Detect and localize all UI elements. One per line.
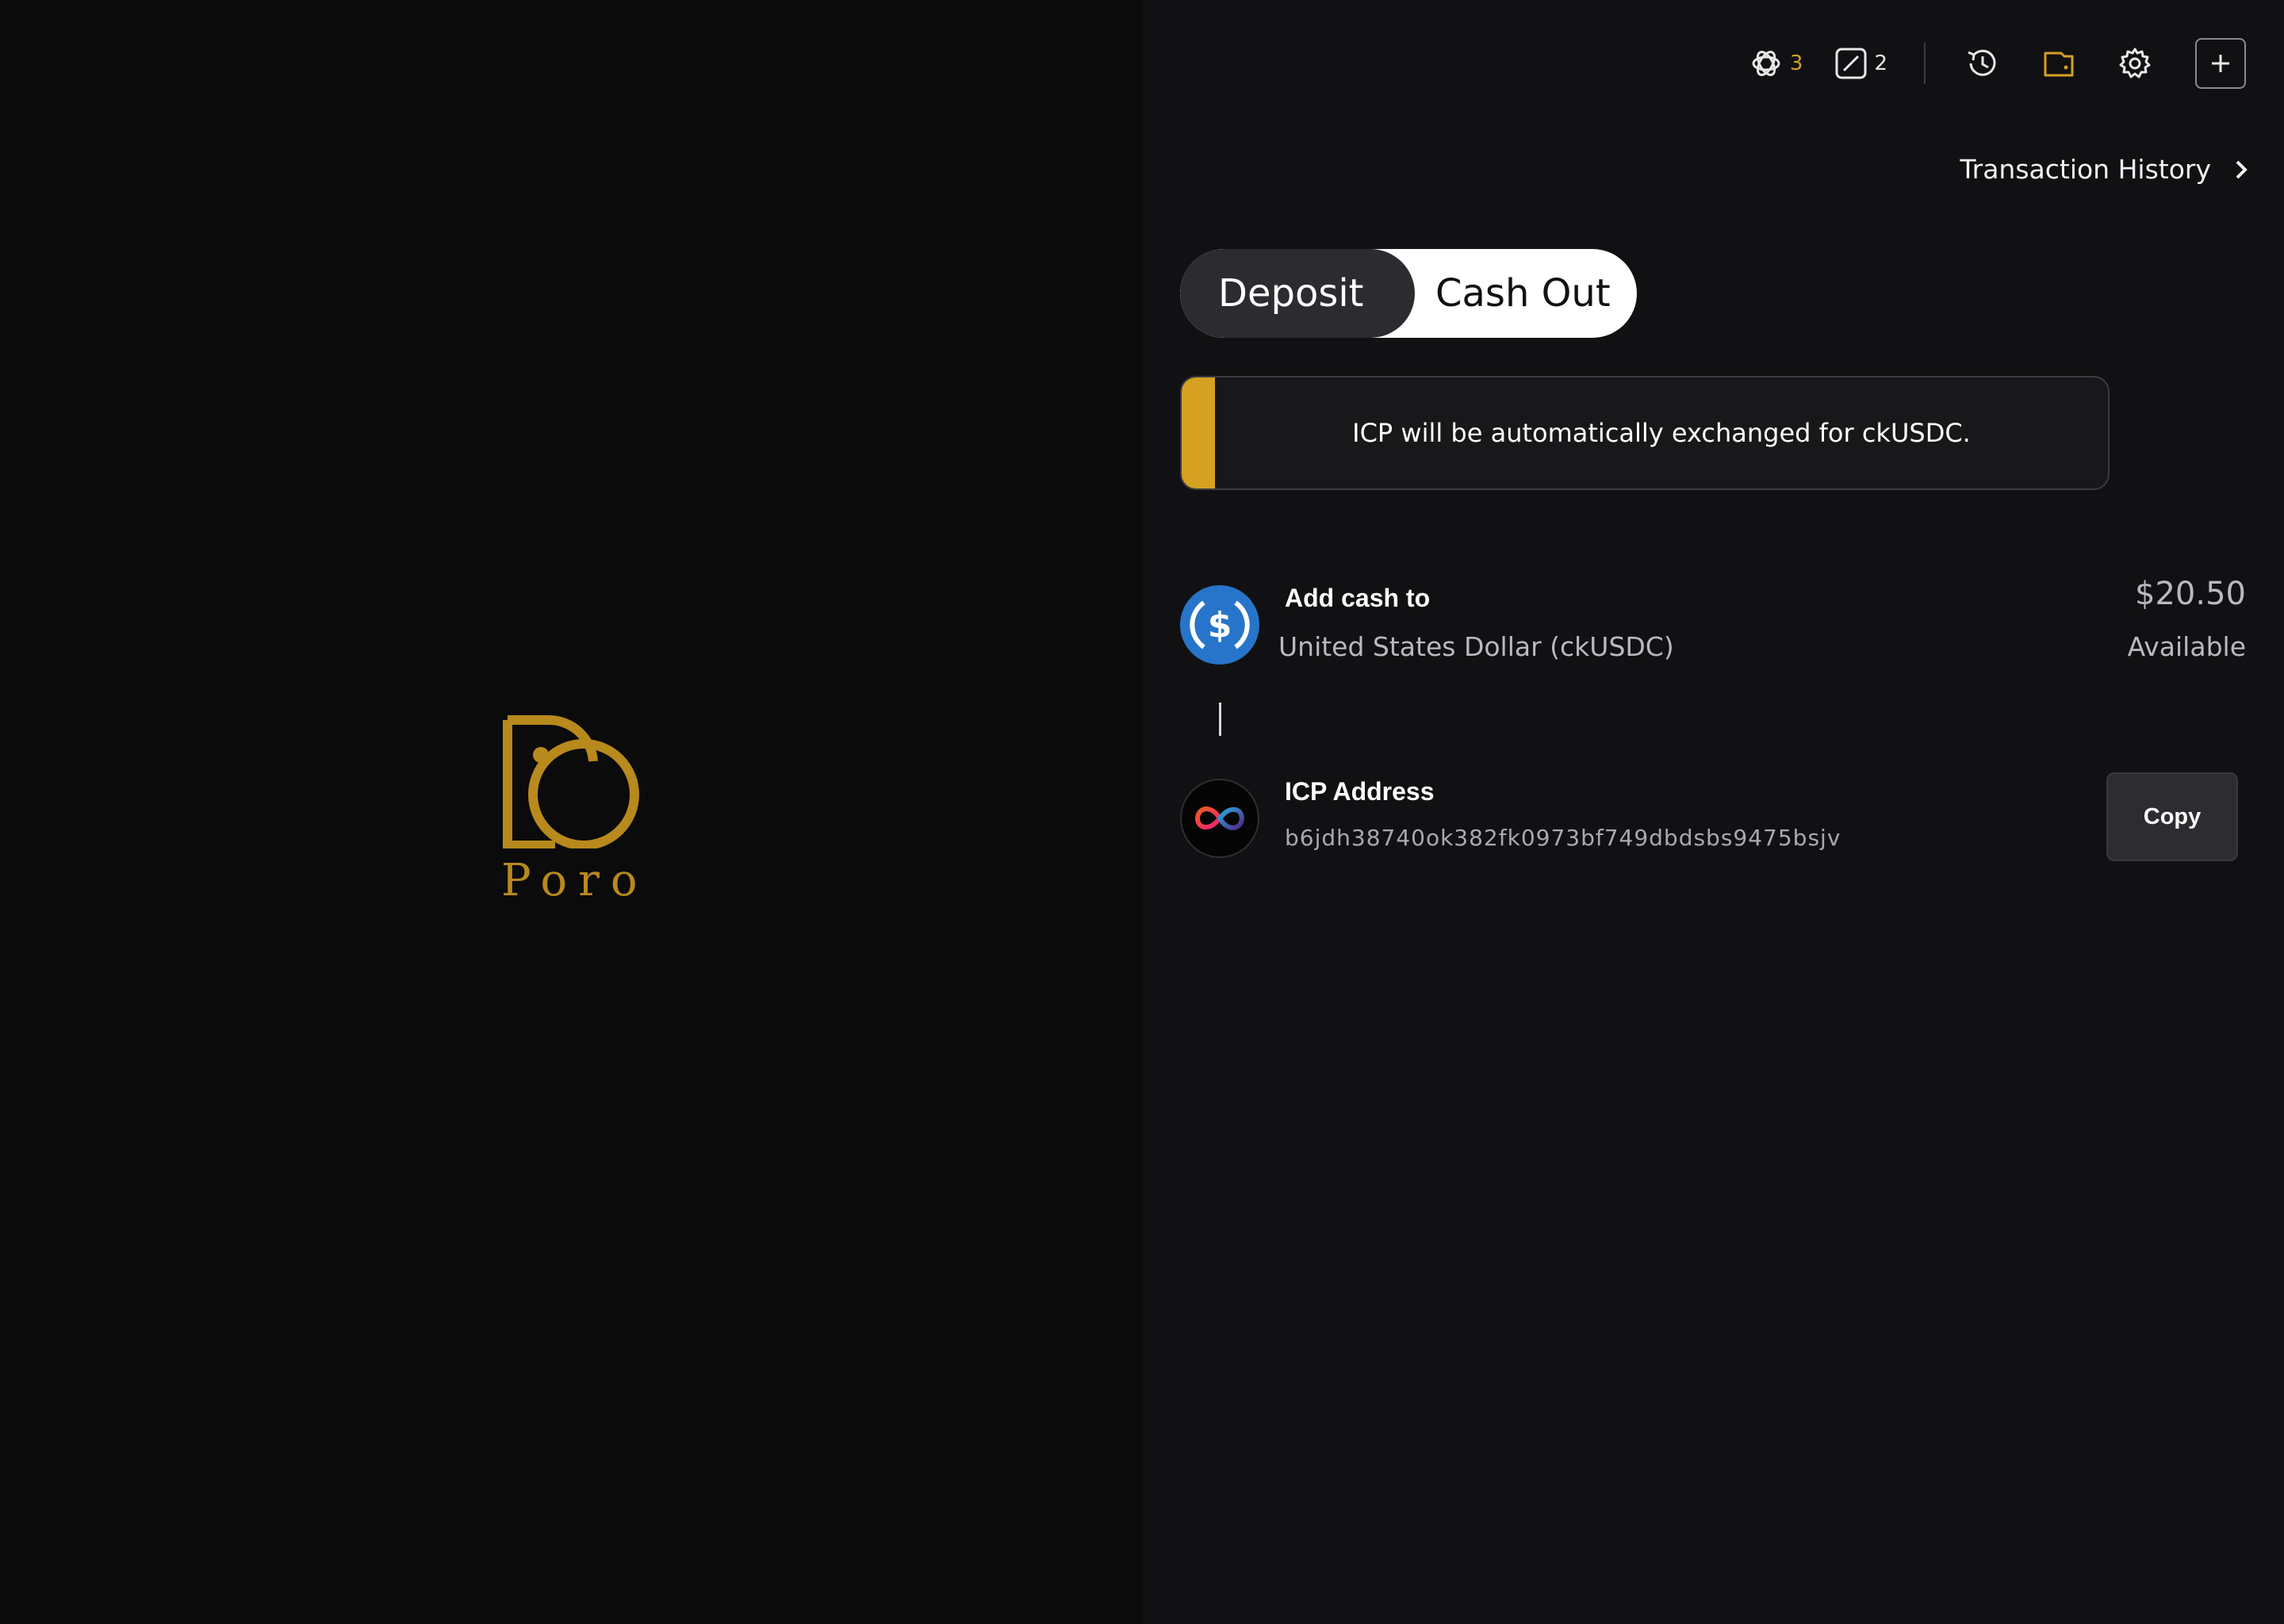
deposit-cashout-toggle: Cash Out Deposit: [1180, 249, 1637, 338]
tab-deposit[interactable]: Deposit: [1180, 249, 1415, 338]
tab-cash-out[interactable]: Cash Out: [1435, 249, 1611, 338]
settings-button[interactable]: [2116, 44, 2154, 82]
usdc-coin-icon: $: [1180, 585, 1259, 665]
wallet-icon: [2044, 52, 2074, 77]
copy-button[interactable]: Copy: [2106, 772, 2238, 861]
notice-text: ICP will be automatically exchanged for …: [1352, 418, 1971, 448]
icp-address-title: ICP Address: [1285, 777, 1435, 806]
wallet-button[interactable]: [2040, 44, 2078, 82]
history-button[interactable]: [1964, 44, 2002, 82]
currency-name: United States Dollar (ckUSDC): [1278, 631, 1674, 662]
top-toolbar: 3 2: [1749, 38, 2246, 89]
transaction-history-link[interactable]: Transaction History: [1960, 154, 2252, 185]
add-cash-title: Add cash to: [1285, 584, 1431, 612]
notice-accent-bar: [1182, 377, 1215, 488]
flow-connector: [1219, 703, 1221, 736]
icp-address-value: b6jdh38740ok382fk0973bf749dbdsbs9475bsjv: [1285, 825, 1841, 851]
credits-a[interactable]: 3: [1749, 46, 1803, 81]
edit-square-icon: [1835, 48, 1867, 79]
toolbar-divider: [1924, 43, 1926, 84]
credits-b-count: 2: [1874, 52, 1887, 75]
brand-name: Poro: [501, 855, 649, 906]
available-label: Available: [2127, 631, 2246, 662]
available-balance: $20.50: [2135, 576, 2246, 612]
poro-logo-icon: [503, 714, 639, 848]
icp-infinity-icon: [1180, 779, 1259, 858]
chevron-right-icon: [2236, 160, 2248, 178]
credits-a-count: 3: [1789, 52, 1803, 75]
history-icon: [1968, 49, 1996, 76]
exchange-notice: ICP will be automatically exchanged for …: [1180, 376, 2110, 490]
add-button[interactable]: [2195, 38, 2246, 89]
credits-b[interactable]: 2: [1834, 47, 1887, 80]
brand-pane: Poro: [0, 0, 1142, 1624]
gear-icon: [2119, 48, 2151, 79]
transaction-history-label: Transaction History: [1960, 154, 2211, 185]
plus-icon: [2212, 55, 2229, 72]
svg-text:$: $: [1208, 605, 1232, 645]
openai-icon: [1752, 51, 1780, 76]
